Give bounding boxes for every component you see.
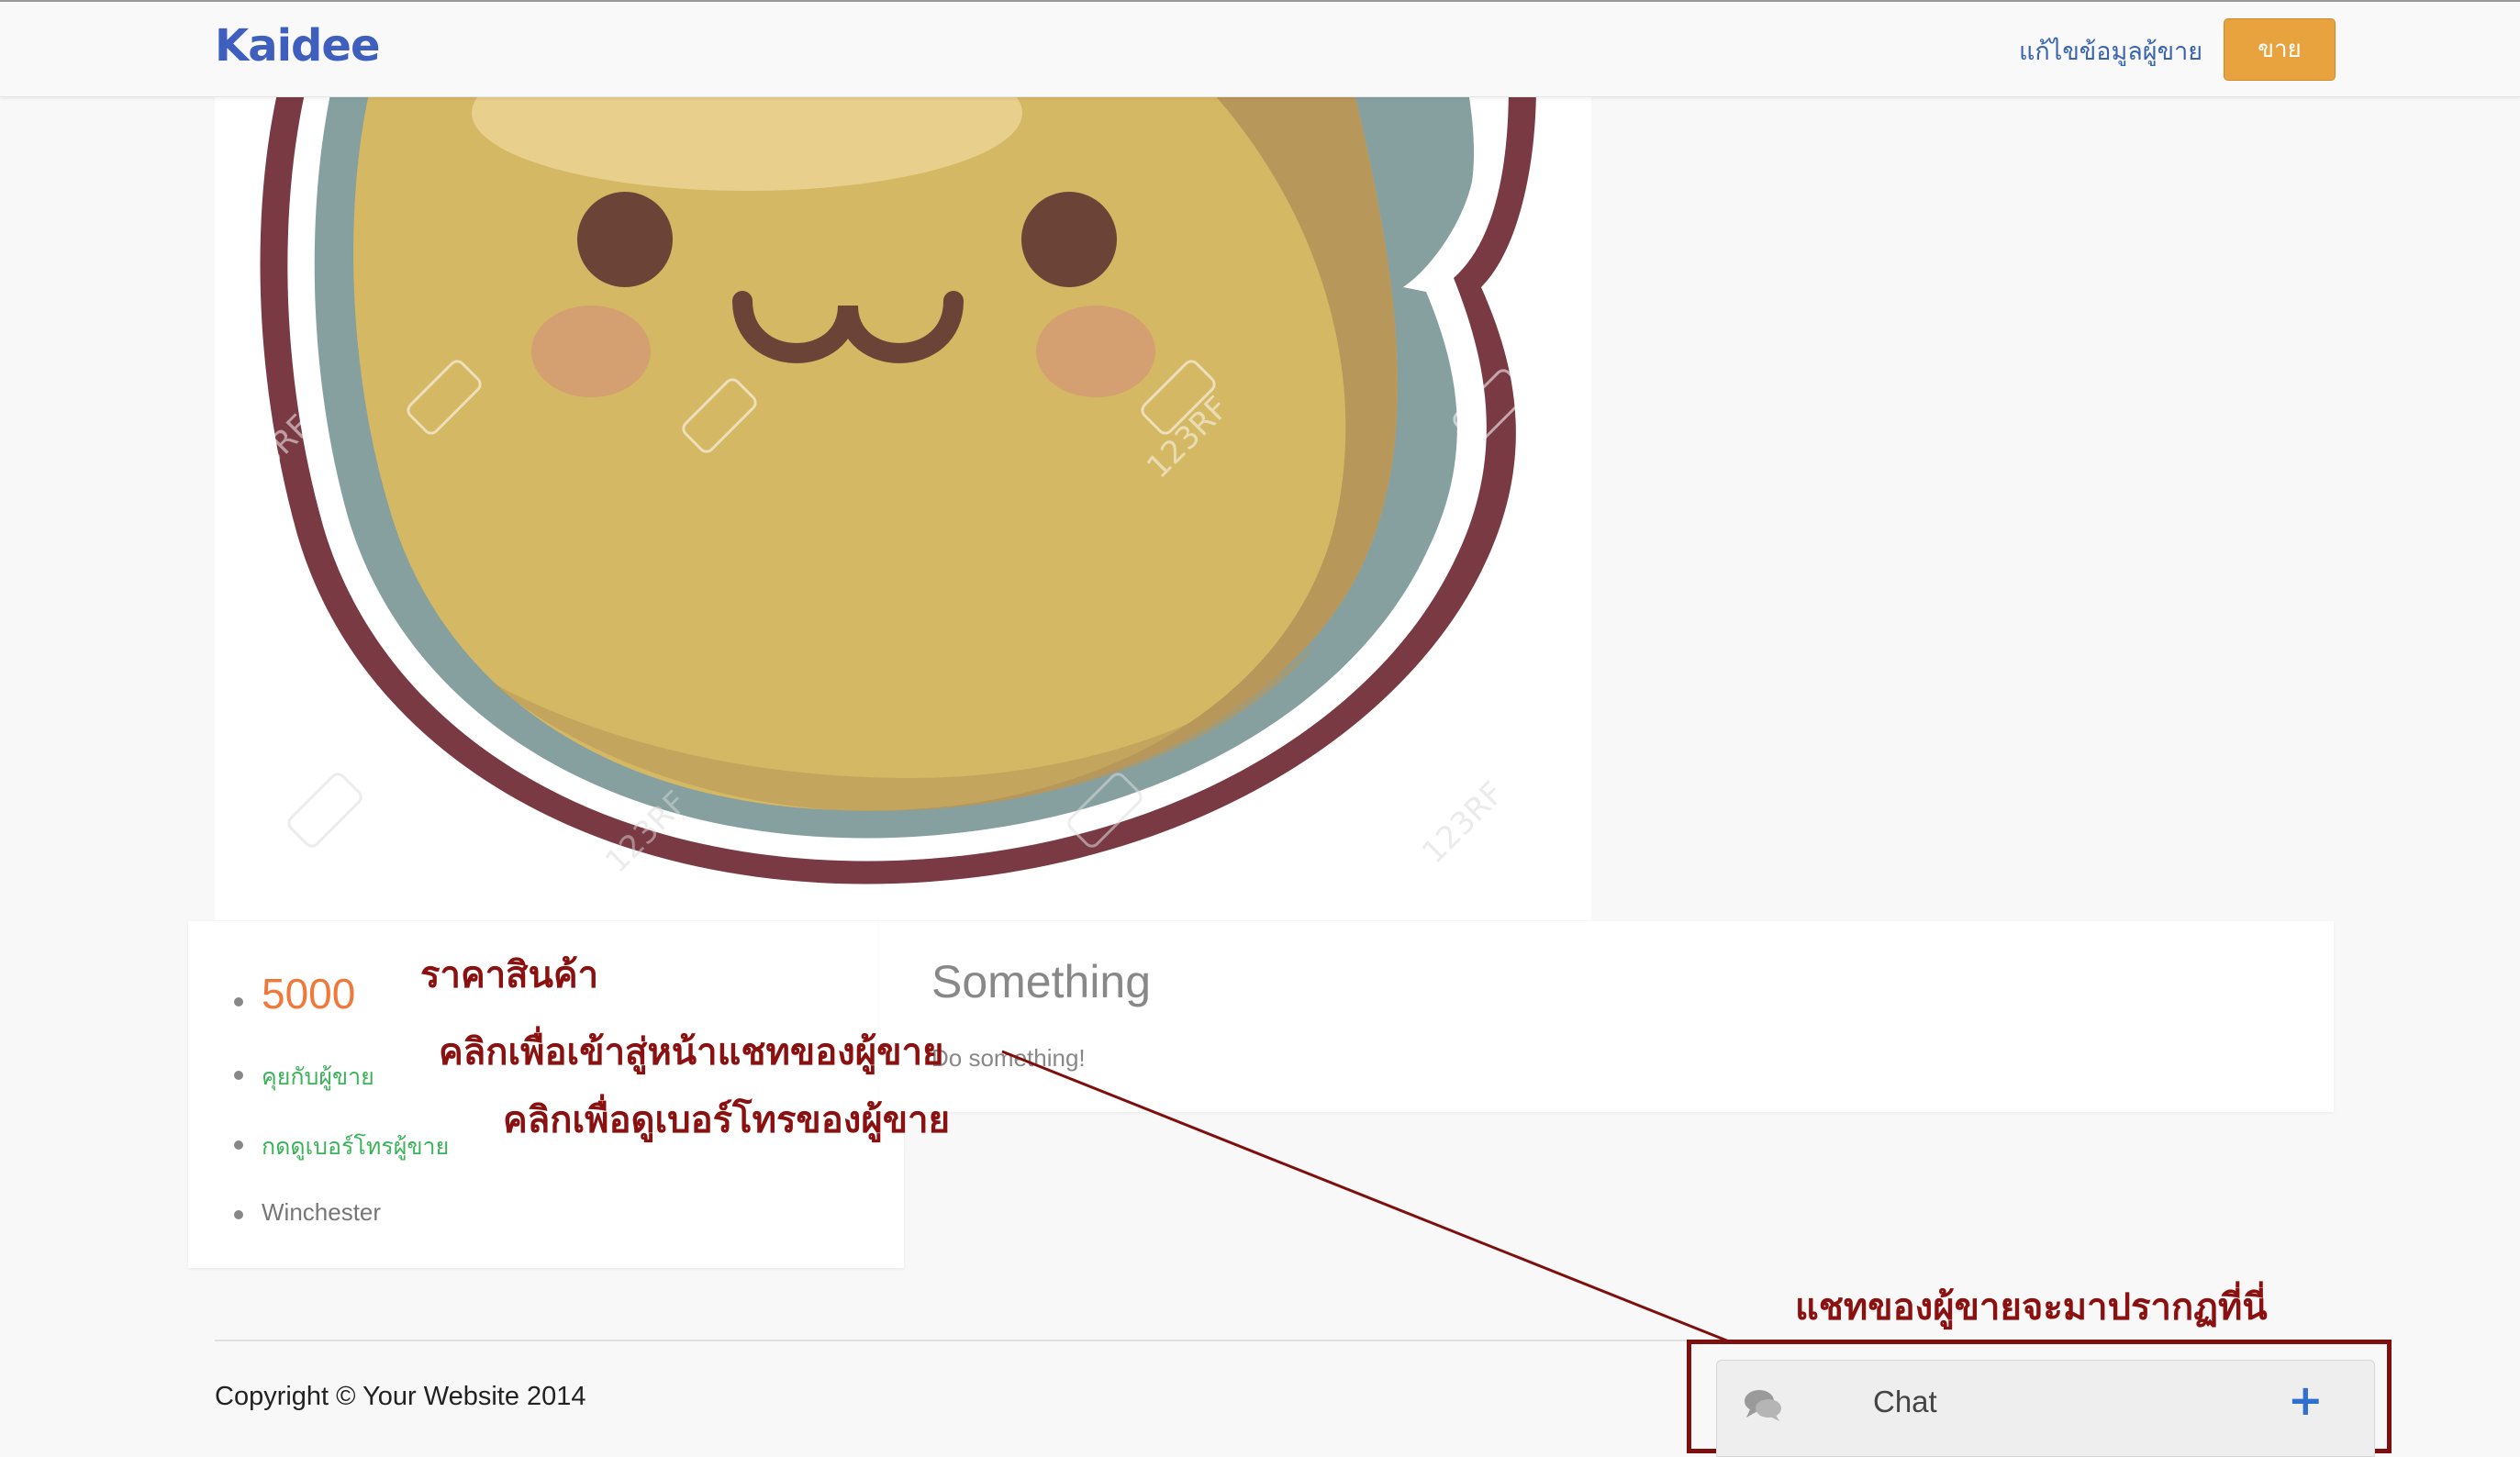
kaidee-logo[interactable]: Kaidee <box>215 20 381 72</box>
sell-button[interactable]: ขาย <box>2224 18 2336 81</box>
kawaii-dumpling-illustration: 123RF 123RF 123RF 123RF <box>222 95 1536 884</box>
chat-with-seller-link[interactable]: คุยกับผู้ขาย <box>262 1059 374 1096</box>
speech-bubbles-icon <box>1743 1386 1783 1427</box>
phone-annotation: คลิกเพื่อดูเบอร์โทรของผู้ขาย <box>503 1099 951 1141</box>
description-body: Do something! <box>931 1044 1086 1072</box>
price-value: 5000 <box>262 970 356 1018</box>
show-phone-link[interactable]: กดดูเบอร์โทรผู้ขาย <box>262 1129 449 1165</box>
bullet-icon <box>234 1210 243 1219</box>
plus-icon[interactable]: + <box>2288 1375 2324 1425</box>
location-text: Winchester <box>262 1198 382 1226</box>
navbar: Kaidee แก้ไขข้อมูลผู้ขาย ขาย <box>0 0 2520 97</box>
description-title: Something <box>931 956 1152 1007</box>
watermark-label: 123RF <box>1415 775 1511 872</box>
chat-location-annotation: แชทของผู้ขายจะมาปรากฏที่นี่ <box>1795 1286 2268 1329</box>
edit-seller-info-link[interactable]: แก้ไขข้อมูลผู้ขาย <box>2019 31 2202 71</box>
bullet-icon <box>234 997 243 1007</box>
bullet-icon <box>234 1071 243 1080</box>
copyright-text: Copyright © Your Website 2014 <box>215 1382 586 1411</box>
bullet-icon <box>234 1140 243 1150</box>
chat-annotation: คลิกเพื่อเข้าสู่หน้าแชทของผู้ขาย <box>439 1031 944 1073</box>
description-panel: Something Do something! <box>879 921 2334 1112</box>
price-annotation: ราคาสินค้า <box>420 954 599 996</box>
product-image: 123RF 123RF 123RF 123RF <box>215 95 1591 920</box>
chat-label: Chat <box>1873 1385 1937 1418</box>
chat-widget-bar[interactable]: Chat + <box>1716 1360 2375 1457</box>
